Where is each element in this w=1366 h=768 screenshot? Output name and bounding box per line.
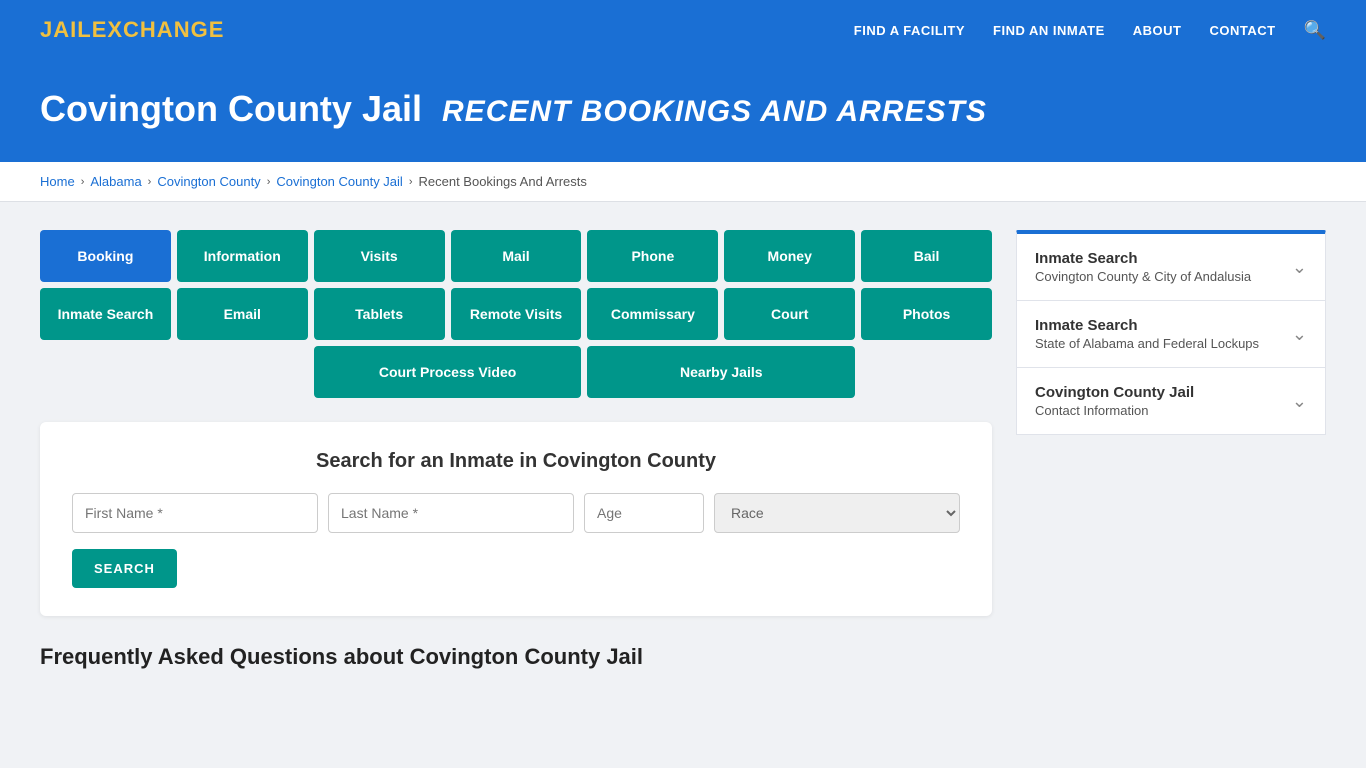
sidebar-item-3[interactable]: Covington County Jail Contact Informatio… (1016, 368, 1326, 435)
sidebar-item-1-text: Inmate Search Covington County & City of… (1035, 250, 1251, 284)
search-icon[interactable]: 🔍 (1304, 20, 1326, 41)
btn-nearby-jails[interactable]: Nearby Jails (587, 346, 855, 398)
main-content: Booking Information Visits Mail Phone Mo… (0, 202, 1366, 644)
logo-jail: JAIL (40, 17, 92, 42)
button-grid-row1: Booking Information Visits Mail Phone Mo… (40, 230, 992, 282)
search-panel: Search for an Inmate in Covington County… (40, 422, 992, 616)
button-grid-row2: Inmate Search Email Tablets Remote Visit… (40, 288, 992, 340)
nav-contact[interactable]: CONTACT (1209, 23, 1275, 38)
btn-court-process-video[interactable]: Court Process Video (314, 346, 582, 398)
breadcrumb-sep-2: › (148, 176, 152, 188)
sidebar: Inmate Search Covington County & City of… (1016, 230, 1326, 435)
hero-section: Covington County Jail Recent Bookings an… (0, 60, 1366, 162)
sidebar-item-3-text: Covington County Jail Contact Informatio… (1035, 384, 1194, 418)
site-logo[interactable]: JAILEXCHANGE (40, 17, 224, 43)
sidebar-item-2-title: Inmate Search (1035, 317, 1259, 334)
page-title-main: Covington County Jail (40, 88, 422, 129)
main-nav: FIND A FACILITY FIND AN INMATE ABOUT CON… (854, 20, 1326, 41)
breadcrumb: Home › Alabama › Covington County › Covi… (40, 174, 1326, 189)
left-column: Booking Information Visits Mail Phone Mo… (40, 230, 992, 616)
last-name-input[interactable] (328, 493, 574, 533)
btn-bail[interactable]: Bail (861, 230, 992, 282)
nav-find-inmate[interactable]: FIND AN INMATE (993, 23, 1105, 38)
chevron-down-icon-2: ⌄ (1292, 324, 1307, 345)
breadcrumb-alabama[interactable]: Alabama (90, 174, 141, 189)
breadcrumb-sep-4: › (409, 176, 413, 188)
btn-tablets[interactable]: Tablets (314, 288, 445, 340)
breadcrumb-home[interactable]: Home (40, 174, 75, 189)
breadcrumb-county[interactable]: Covington County (157, 174, 260, 189)
sidebar-item-1-subtitle: Covington County & City of Andalusia (1035, 269, 1251, 284)
bottom-heading: Frequently Asked Questions about Covingt… (40, 644, 1326, 670)
page-title-sub: Recent Bookings and Arrests (442, 95, 987, 128)
sidebar-item-2-text: Inmate Search State of Alabama and Feder… (1035, 317, 1259, 351)
page-title: Covington County Jail Recent Bookings an… (40, 88, 1326, 130)
breadcrumb-current: Recent Bookings And Arrests (419, 174, 587, 189)
btn-mail[interactable]: Mail (451, 230, 582, 282)
sidebar-item-1[interactable]: Inmate Search Covington County & City of… (1016, 230, 1326, 301)
btn-phone[interactable]: Phone (587, 230, 718, 282)
btn-money[interactable]: Money (724, 230, 855, 282)
sidebar-item-1-title: Inmate Search (1035, 250, 1251, 267)
race-select[interactable]: Race White Black Hispanic Asian Other (714, 493, 960, 533)
breadcrumb-bar: Home › Alabama › Covington County › Covi… (0, 162, 1366, 202)
chevron-down-icon-3: ⌄ (1292, 391, 1307, 412)
nav-about[interactable]: ABOUT (1133, 23, 1182, 38)
breadcrumb-sep-3: › (267, 176, 271, 188)
breadcrumb-jail[interactable]: Covington County Jail (276, 174, 402, 189)
button-grid-row3: Court Process Video Nearby Jails (40, 346, 992, 398)
chevron-down-icon-1: ⌄ (1292, 257, 1307, 278)
btn-inmate-search[interactable]: Inmate Search (40, 288, 171, 340)
breadcrumb-sep-1: › (81, 176, 85, 188)
sidebar-item-2-subtitle: State of Alabama and Federal Lockups (1035, 336, 1259, 351)
sidebar-item-2[interactable]: Inmate Search State of Alabama and Feder… (1016, 301, 1326, 368)
btn-visits[interactable]: Visits (314, 230, 445, 282)
bottom-section: Frequently Asked Questions about Covingt… (0, 644, 1366, 690)
btn-email[interactable]: Email (177, 288, 308, 340)
sidebar-item-3-title: Covington County Jail (1035, 384, 1194, 401)
site-header: JAILEXCHANGE FIND A FACILITY FIND AN INM… (0, 0, 1366, 60)
logo-exchange: EXCHANGE (92, 17, 225, 42)
btn-booking[interactable]: Booking (40, 230, 171, 282)
search-fields: Race White Black Hispanic Asian Other (72, 493, 960, 533)
first-name-input[interactable] (72, 493, 318, 533)
age-input[interactable] (584, 493, 704, 533)
search-button[interactable]: SEARCH (72, 549, 177, 588)
sidebar-item-3-subtitle: Contact Information (1035, 403, 1194, 418)
btn-information[interactable]: Information (177, 230, 308, 282)
btn-remote-visits[interactable]: Remote Visits (451, 288, 582, 340)
btn-photos[interactable]: Photos (861, 288, 992, 340)
btn-court[interactable]: Court (724, 288, 855, 340)
btn-commissary[interactable]: Commissary (587, 288, 718, 340)
nav-find-facility[interactable]: FIND A FACILITY (854, 23, 965, 38)
search-title: Search for an Inmate in Covington County (72, 450, 960, 473)
